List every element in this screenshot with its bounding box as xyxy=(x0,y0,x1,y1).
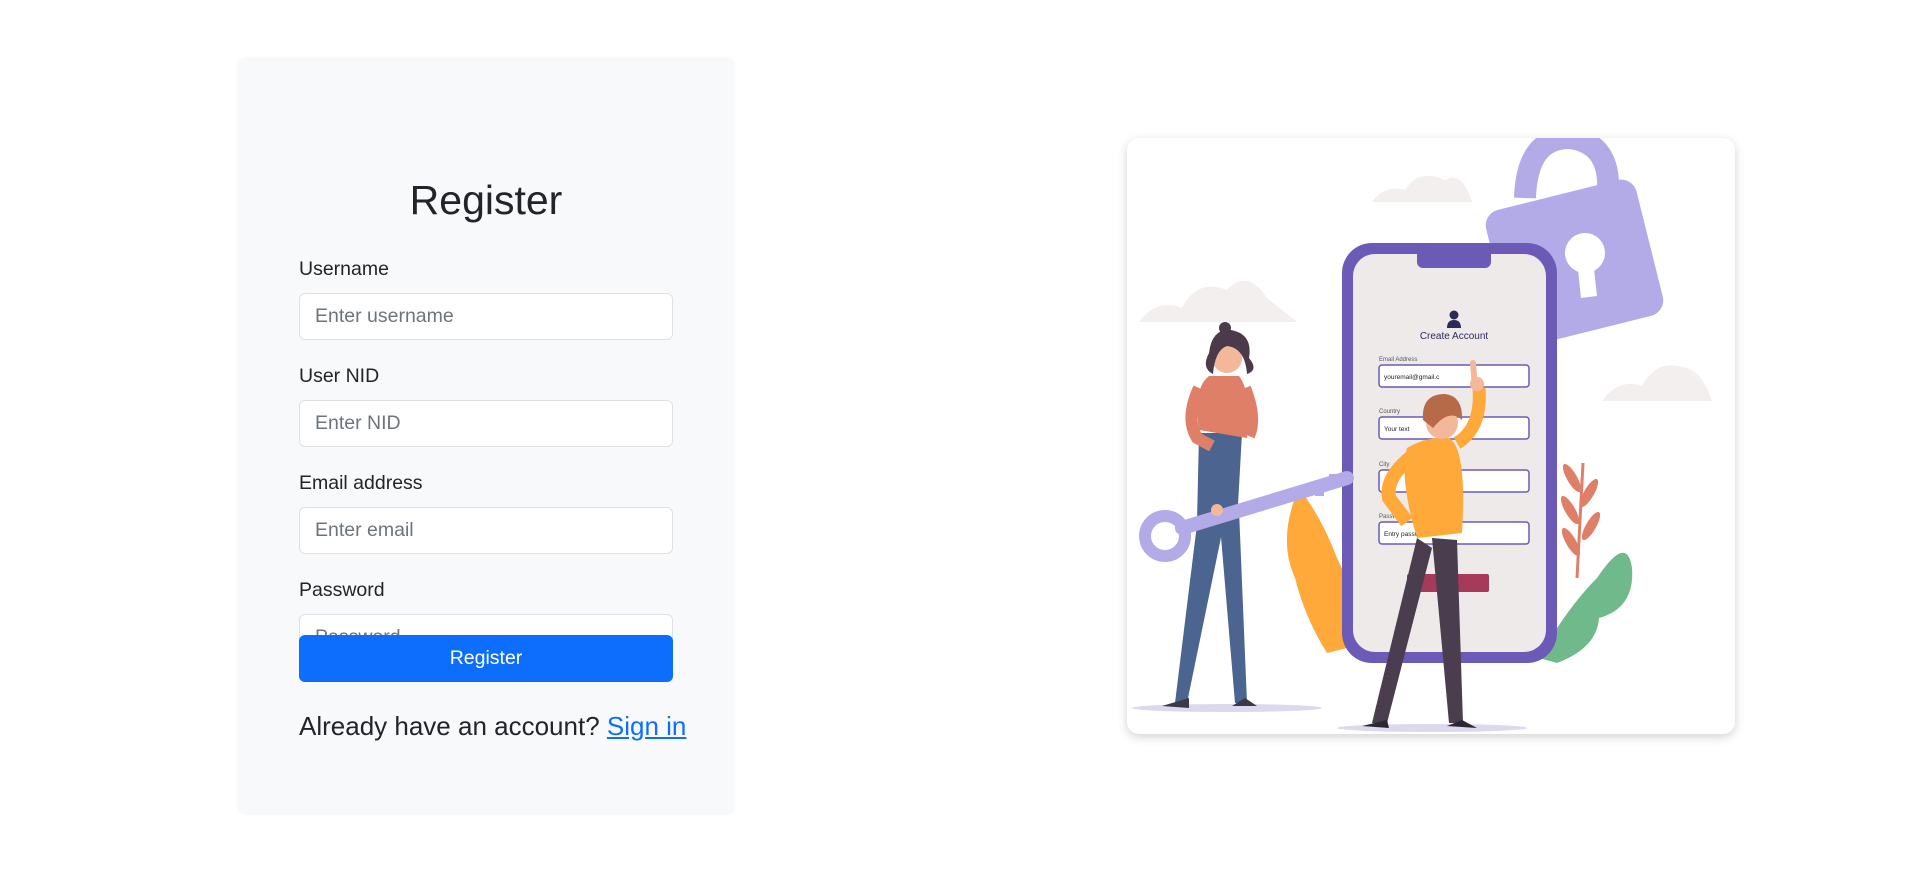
register-card: Register Username User NID Email address… xyxy=(238,57,734,813)
phone-heading: Create Account xyxy=(1420,331,1489,342)
plant-leaves-icon xyxy=(1560,462,1601,579)
nid-input[interactable] xyxy=(299,400,673,447)
phone-country-label: Country xyxy=(1379,409,1400,415)
phone-city-label: City xyxy=(1379,462,1389,468)
cloud-top xyxy=(1372,175,1472,202)
phone-email-value: youremail@gmail.c xyxy=(1384,374,1440,381)
cloud-right xyxy=(1602,365,1712,401)
signin-prompt-text: Already have an account? xyxy=(299,711,600,741)
username-input[interactable] xyxy=(299,293,673,340)
register-illustration: Create Account Email Address youremail@g… xyxy=(1127,138,1735,734)
cloud-left xyxy=(1139,280,1297,322)
signin-link[interactable]: Sign in xyxy=(607,711,687,741)
phone-country-value: Your text xyxy=(1384,426,1410,433)
phone-email-label: Email Address xyxy=(1379,357,1417,363)
register-button[interactable]: Register xyxy=(299,635,673,682)
email-label: Email address xyxy=(299,472,423,494)
nid-label: User NID xyxy=(299,365,380,387)
page-title: Register xyxy=(409,177,563,223)
username-label: Username xyxy=(299,258,389,280)
email-input[interactable] xyxy=(299,507,673,554)
signin-prompt: Already have an account? Sign in xyxy=(299,709,686,743)
password-label: Password xyxy=(299,579,385,601)
